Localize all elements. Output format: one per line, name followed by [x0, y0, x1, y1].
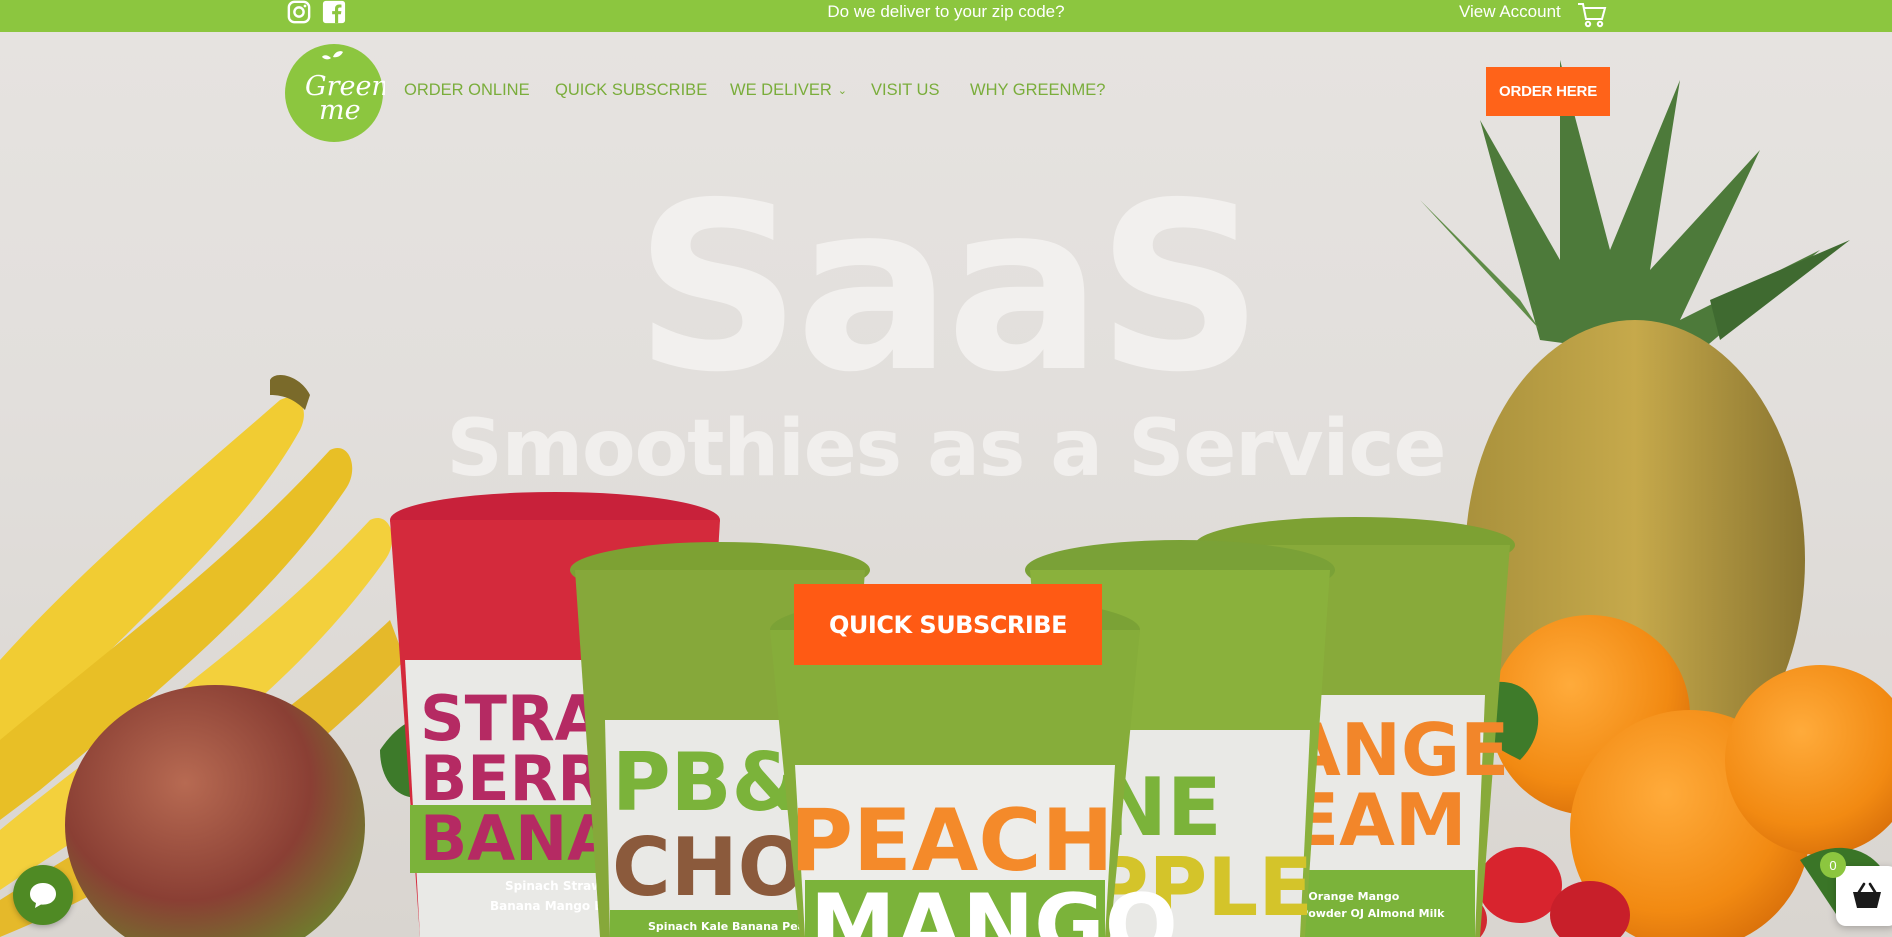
svg-text:CHO: CHO: [612, 821, 806, 914]
nav-visit-us[interactable]: VISIT US: [871, 81, 939, 100]
basket-icon[interactable]: [1836, 866, 1892, 926]
order-here-button[interactable]: ORDER HERE: [1486, 67, 1610, 116]
hero-subtitle: Smoothies as a Service: [446, 404, 1447, 494]
chevron-down-icon: ⌄: [837, 85, 847, 97]
svg-text:EAM: EAM: [1290, 778, 1467, 862]
hero-title: SaaS: [634, 153, 1263, 423]
zip-code-link[interactable]: Do we deliver to your zip code?: [0, 2, 1892, 22]
cart-icon[interactable]: [1576, 0, 1608, 28]
svg-text:me: me: [319, 95, 361, 126]
basket-count-badge: 0: [1820, 852, 1846, 878]
view-account-link[interactable]: View Account: [1459, 2, 1561, 22]
nav-we-deliver-label: WE DELIVER: [730, 81, 832, 99]
nav-we-deliver[interactable]: WE DELIVER ⌄: [730, 81, 847, 100]
nav-why-greenme[interactable]: WHY GREENME?: [970, 81, 1105, 100]
chat-bubble-icon[interactable]: [13, 865, 73, 925]
svg-text:Spinach Kale Banana Pea: Spinach Kale Banana Pea: [648, 920, 805, 933]
quick-subscribe-button[interactable]: QUICK SUBSCRIBE: [794, 584, 1102, 665]
top-bar: Do we deliver to your zip code? View Acc…: [0, 0, 1892, 32]
greenme-logo[interactable]: Green me: [283, 43, 389, 143]
svg-text:PB&: PB&: [612, 736, 801, 829]
hero-section: STRAW BERRY BANAN Spinach Strawberry Ban…: [0, 32, 1892, 937]
nav-quick-subscribe[interactable]: QUICK SUBSCRIBE: [555, 81, 707, 100]
svg-text:MANGO: MANGO: [810, 876, 1178, 937]
nav-order-online[interactable]: ORDER ONLINE: [404, 81, 530, 100]
